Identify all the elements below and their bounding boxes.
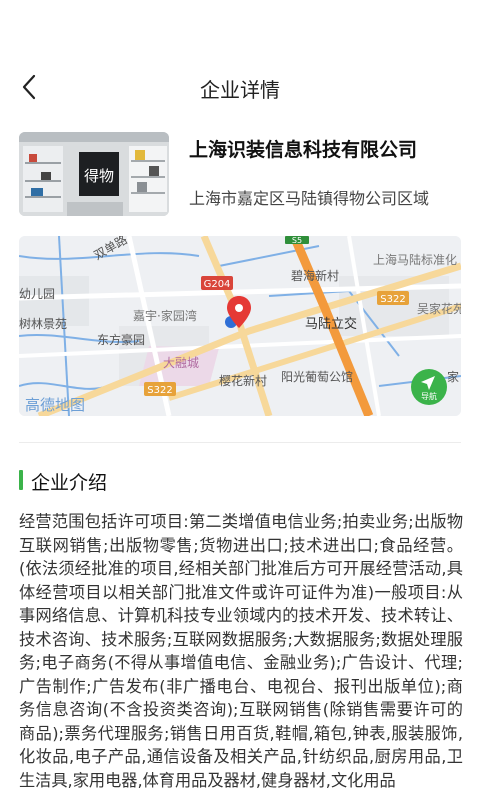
page-title: 企业详情 bbox=[200, 78, 280, 102]
company-address: 上海市嘉定区马陆镇得物公司区域 bbox=[189, 189, 430, 208]
map-label: 大融城 bbox=[163, 356, 199, 370]
map-label: 樱花新村 bbox=[219, 373, 267, 388]
map-label: 吴家花苑 bbox=[417, 301, 461, 316]
map-label: 家 bbox=[447, 369, 459, 384]
map-brand-logo: 高德地图 bbox=[25, 396, 85, 414]
section-accent-bar bbox=[19, 470, 23, 490]
company-photo: 得物 bbox=[19, 132, 169, 216]
map-label: 幼儿园 bbox=[19, 287, 55, 301]
top-bar: 企业详情 bbox=[0, 0, 480, 118]
section-title: 企业介绍 bbox=[31, 472, 108, 494]
company-name: 上海识装信息科技有限公司 bbox=[189, 139, 418, 161]
map-label: 马陆立交 bbox=[305, 316, 357, 332]
navigation-button[interactable]: 导航 bbox=[411, 369, 447, 405]
map-label: 阳光葡萄公馆 bbox=[281, 369, 353, 384]
navigation-label: 导航 bbox=[421, 391, 437, 401]
business-scope-text: 经营范围包括许可项目:第二类增值电信业务;拍卖业务;出版物互联网销售;出版物零售… bbox=[19, 512, 464, 790]
location-map[interactable]: 双单路 幼儿园 树林景苑 东方豪园 嘉宇·家园湾 大融城 樱花新村 阳光葡萄公馆… bbox=[19, 236, 461, 416]
map-label: 上海马陆标准化 bbox=[373, 252, 457, 267]
road-shield-s5: S5 bbox=[292, 236, 302, 245]
map-label: 树林景苑 bbox=[19, 316, 67, 331]
map-label: 嘉宇·家园湾 bbox=[133, 308, 197, 323]
road-shield-s322: S322 bbox=[147, 385, 172, 396]
map-label: 碧海新村 bbox=[291, 268, 339, 283]
company-summary[interactable]: 得物 上海识装信息科技有限公司 上海市嘉定区马陆镇得物公司区域 bbox=[19, 132, 461, 216]
store-sign: 得物 bbox=[84, 167, 114, 185]
road-shield-g204: G204 bbox=[204, 279, 231, 290]
divider bbox=[19, 442, 461, 443]
map-label: 东方豪园 bbox=[97, 332, 145, 347]
road-shield-s322: S322 bbox=[380, 294, 405, 305]
